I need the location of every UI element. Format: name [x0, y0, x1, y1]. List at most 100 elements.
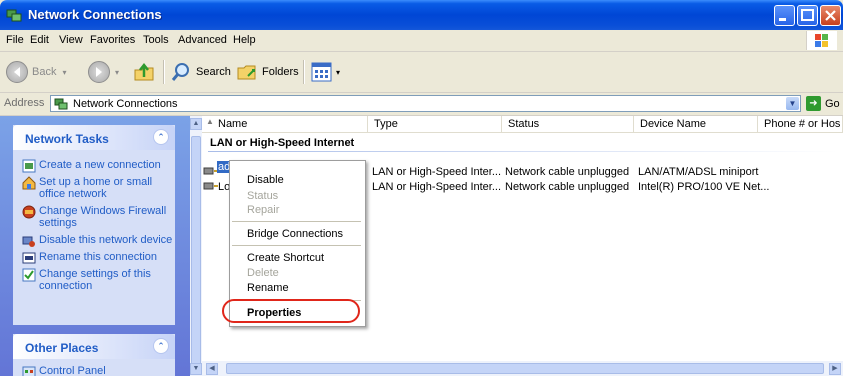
- views-button[interactable]: ▾: [310, 60, 340, 84]
- scroll-left-icon[interactable]: ◀: [206, 363, 218, 375]
- back-arrow-icon: [6, 61, 28, 83]
- settings-icon: [22, 268, 36, 282]
- menu-view[interactable]: View: [59, 34, 83, 46]
- task-disable-device[interactable]: Disable this network device: [13, 234, 175, 247]
- windows-flag-icon: [815, 34, 828, 47]
- title-bar[interactable]: Network Connections: [0, 0, 843, 30]
- network-connections-icon: [54, 98, 68, 110]
- menu-bar: File Edit View Favorites Tools Advanced …: [0, 30, 843, 52]
- column-header-device-name[interactable]: Device Name: [634, 116, 758, 133]
- menu-tools[interactable]: Tools: [143, 34, 169, 46]
- task-rename-connection[interactable]: Rename this connection: [13, 251, 175, 264]
- network-tasks-title: Network Tasks: [25, 132, 109, 146]
- task-label: Set up a home or small office network: [39, 176, 153, 200]
- windows-logo: [806, 31, 837, 50]
- folder-up-icon: [134, 62, 154, 81]
- menu-favorites[interactable]: Favorites: [90, 34, 135, 46]
- forward-arrow-icon: [88, 61, 110, 83]
- menu-item-repair: Repair: [247, 204, 280, 216]
- row-2-type: LAN or High-Speed Inter...: [372, 181, 502, 193]
- collapse-icon[interactable]: ⌃: [153, 129, 169, 145]
- menu-separator: [232, 221, 361, 222]
- column-label: Phone # or Hos: [764, 118, 841, 130]
- column-label: Status: [508, 118, 540, 130]
- menu-advanced[interactable]: Advanced: [178, 34, 227, 46]
- group-divider: [208, 151, 838, 152]
- menu-separator: [232, 245, 361, 246]
- task-home-network[interactable]: Set up a home or small office network: [13, 176, 175, 200]
- toolbar-separator: [163, 60, 165, 84]
- menu-item-bridge-connections[interactable]: Bridge Connections: [247, 228, 343, 240]
- task-create-connection[interactable]: Create a new connection: [13, 159, 175, 173]
- scroll-right-icon[interactable]: ▶: [829, 363, 841, 375]
- minimize-button[interactable]: [774, 5, 795, 26]
- address-bar: Address Network Connections ▼ ➜ Go: [0, 93, 843, 116]
- other-places-header[interactable]: Other Places ⌃: [13, 334, 175, 359]
- menu-item-rename[interactable]: Rename: [247, 282, 289, 294]
- task-label: Disable this network device: [39, 234, 173, 246]
- row-1-device: LAN/ATM/ADSL miniport: [638, 166, 759, 178]
- close-icon: [825, 10, 836, 21]
- place-label: Control Panel: [39, 365, 106, 376]
- back-dropdown-icon[interactable]: ▾: [62, 68, 66, 77]
- scroll-down-icon[interactable]: ▼: [190, 363, 202, 375]
- scroll-up-icon[interactable]: ▲: [190, 118, 202, 130]
- column-header-status[interactable]: Status: [502, 116, 634, 133]
- search-icon: [171, 63, 189, 81]
- group-header: LAN or High-Speed Internet: [210, 137, 355, 149]
- other-places-title: Other Places: [25, 341, 99, 355]
- row-1-status: Network cable unplugged: [505, 166, 630, 178]
- views-dropdown-icon[interactable]: ▾: [336, 68, 340, 77]
- home-network-icon: [22, 176, 36, 190]
- menu-item-delete: Delete: [247, 267, 279, 279]
- column-label: Device Name: [640, 118, 707, 130]
- address-field[interactable]: Network Connections ▼: [50, 95, 801, 112]
- go-button[interactable]: ➜ Go: [806, 96, 840, 111]
- menu-item-create-shortcut[interactable]: Create Shortcut: [247, 252, 324, 264]
- task-label: Change Windows Firewall settings: [39, 205, 167, 229]
- column-header-type[interactable]: Type: [368, 116, 502, 133]
- task-firewall[interactable]: Change Windows Firewall settings: [13, 205, 175, 229]
- forward-button[interactable]: ▾: [88, 61, 119, 83]
- task-label: Create a new connection: [39, 159, 161, 171]
- search-button[interactable]: Search: [170, 61, 231, 83]
- task-label: Change settings of this connection: [39, 268, 151, 292]
- column-header-phone[interactable]: Phone # or Hos: [758, 116, 843, 133]
- column-header-name[interactable]: Name ▲: [202, 116, 368, 133]
- maximize-icon: [801, 9, 814, 21]
- menu-help[interactable]: Help: [233, 34, 256, 46]
- address-value: Network Connections: [73, 98, 178, 110]
- network-connections-window: Network Connections File Edit View Favor…: [0, 0, 843, 376]
- search-label: Search: [196, 66, 231, 78]
- task-change-settings[interactable]: Change settings of this connection: [13, 268, 175, 292]
- folders-icon: [237, 65, 256, 80]
- address-label: Address: [4, 97, 45, 109]
- other-places-panel: Other Places ⌃ Control Panel: [13, 334, 175, 376]
- menu-file[interactable]: File: [6, 34, 24, 46]
- scrollbar-thumb[interactable]: [226, 363, 824, 374]
- place-control-panel[interactable]: Control Panel: [13, 365, 175, 376]
- scrollbar-thumb[interactable]: [191, 136, 201, 374]
- close-button[interactable]: [820, 5, 841, 26]
- column-label: Name: [218, 118, 248, 130]
- folders-button[interactable]: Folders: [236, 61, 299, 83]
- menu-item-status: Status: [247, 190, 279, 202]
- go-label: Go: [825, 97, 840, 110]
- go-arrow-icon: ➜: [806, 96, 821, 111]
- collapse-icon[interactable]: ⌃: [153, 338, 169, 354]
- address-dropdown-icon[interactable]: ▼: [786, 97, 799, 110]
- menu-edit[interactable]: Edit: [30, 34, 49, 46]
- menu-item-disable[interactable]: Disable: [247, 174, 284, 186]
- network-tasks-header[interactable]: Network Tasks ⌃: [13, 125, 175, 150]
- task-pane-scrollbar[interactable]: ▲: [190, 116, 202, 376]
- lan-connection-icon: [203, 182, 218, 190]
- up-button[interactable]: [132, 60, 156, 84]
- back-button[interactable]: Back ▾: [6, 61, 66, 83]
- horizontal-scrollbar[interactable]: ◀ ▶: [202, 361, 843, 376]
- forward-dropdown-icon[interactable]: ▾: [115, 68, 119, 77]
- toolbar: Back ▾ ▾ Search Folders ▾: [0, 52, 843, 93]
- window-title: Network Connections: [28, 7, 162, 22]
- maximize-button[interactable]: [797, 5, 818, 26]
- task-pane: Network Tasks ⌃ Create a new connection …: [0, 116, 190, 376]
- disable-device-icon: [22, 236, 35, 247]
